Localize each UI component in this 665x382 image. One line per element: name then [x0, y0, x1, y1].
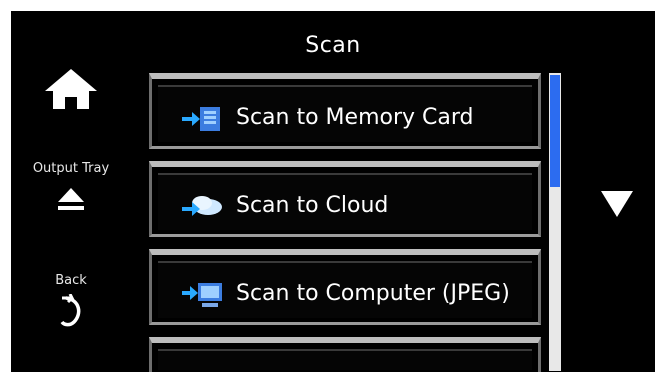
menu-item-scan-to-memory-card[interactable]: Scan to Memory Card [149, 73, 541, 149]
scan-menu-list: Scan to Memory Card Scan to Cloud Scan t… [149, 73, 541, 372]
back-arrow-icon [41, 293, 101, 332]
menu-item-partial[interactable] [149, 337, 541, 372]
memory-card-icon [180, 103, 224, 133]
eject-icon [16, 186, 126, 217]
scroll-down-button[interactable] [599, 187, 635, 221]
home-icon [45, 69, 97, 109]
menu-item-label: Scan to Memory Card [236, 105, 474, 130]
menu-item-label: Scan to Computer (JPEG) [236, 281, 510, 306]
scroll-down-icon [601, 191, 633, 217]
output-tray-button[interactable]: Output Tray [16, 161, 126, 231]
cloud-icon [180, 191, 224, 221]
back-label: Back [55, 273, 87, 288]
printer-screen: Scan Output Tray Back Scan to Memory Car… [11, 11, 655, 372]
home-button[interactable] [41, 67, 101, 119]
menu-item-label: Scan to Cloud [236, 193, 389, 218]
back-button[interactable]: Back [41, 273, 101, 343]
output-tray-label: Output Tray [32, 161, 110, 176]
computer-icon [180, 279, 224, 309]
menu-item-scan-to-cloud[interactable]: Scan to Cloud [149, 161, 541, 237]
menu-item-scan-to-computer-jpeg[interactable]: Scan to Computer (JPEG) [149, 249, 541, 325]
scrollbar-thumb[interactable] [550, 75, 560, 187]
page-title: Scan [305, 33, 361, 58]
